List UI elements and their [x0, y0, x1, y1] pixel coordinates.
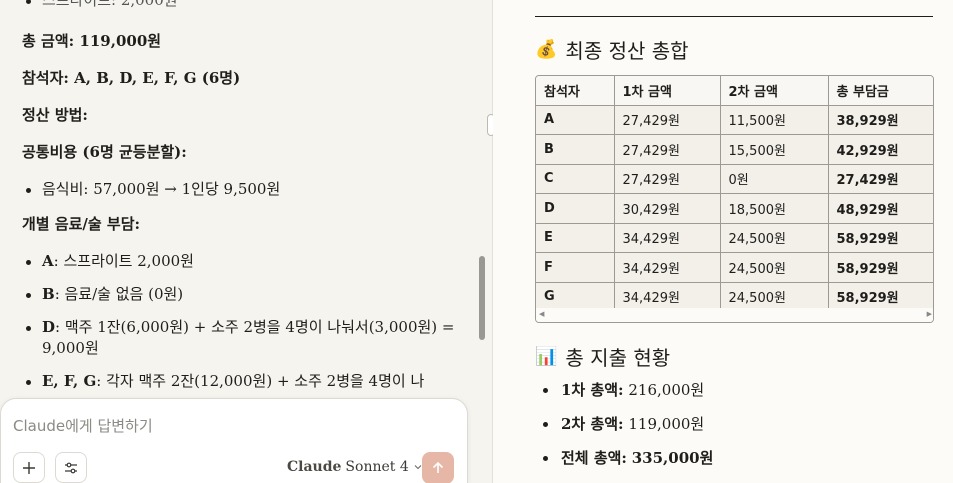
arrow-up-icon	[432, 461, 444, 473]
table-row: D 30,429원 18,500원 48,929원	[536, 193, 933, 224]
scroll-left-icon[interactable]: ◀	[539, 310, 544, 318]
list-item: A: 스프라이트 2,000원	[22, 251, 462, 272]
list-item: 스프라이트: 2,000원	[22, 0, 462, 11]
list-item: B: 음료/술 없음 (0원)	[22, 284, 462, 305]
column-header: 2차 금액	[720, 76, 829, 106]
message-composer: Claude에게 답변하기 Claude Sonnet 4	[0, 398, 468, 483]
column-header: 참석자	[536, 76, 615, 106]
chat-scrollbar[interactable]	[479, 256, 485, 340]
table: 참석자 1차 금액 2차 금액 총 부담금 A 27,429원 11,500원 …	[536, 76, 933, 312]
scroll-right-icon[interactable]: ▶	[927, 310, 932, 318]
table-row: B 27,429원 15,500원 42,929원	[536, 134, 933, 165]
section-heading: 💰 최종 정산 총합	[535, 39, 689, 63]
method-heading: 정산 방법:	[22, 106, 88, 124]
list-item: 음식비: 57,000원 → 1인당 9,500원	[22, 179, 462, 200]
list-item: D: 맥주 1잔(6,000원) + 소주 2병을 4명이 나눠서(3,000원…	[22, 317, 462, 359]
tools-button[interactable]	[55, 452, 87, 483]
individual-list: A: 스프라이트 2,000원 B: 음료/술 없음 (0원) D: 맥주 1잔…	[22, 251, 462, 392]
list-item: 1차 총액: 216,000원	[535, 378, 713, 412]
plus-icon	[23, 461, 35, 474]
common-cost-list: 음식비: 57,000원 → 1인당 9,500원	[22, 179, 462, 200]
column-header: 1차 금액	[614, 76, 721, 106]
divider	[535, 16, 933, 17]
table-header-row: 참석자 1차 금액 2차 금액 총 부담금	[536, 76, 933, 106]
summary-list: 1차 총액: 216,000원 2차 총액: 119,000원 전체 총액: 3…	[535, 378, 713, 480]
table-row: E 34,429원 24,500원 58,929원	[536, 223, 933, 253]
table-row: A 27,429원 11,500원 38,929원	[536, 105, 933, 135]
artifact-pane: 💰 최종 정산 총합 참석자 1차 금액 2차 금액 총 부담금 A 27,42…	[493, 0, 953, 483]
model-selector[interactable]: Claude Sonnet 4	[287, 459, 423, 475]
send-button[interactable]	[422, 452, 454, 483]
sliders-icon	[65, 462, 77, 473]
chat-pane: 스프라이트: 2,000원 총 금액: 119,000원 참석자: A, B, …	[0, 0, 492, 483]
settlement-table: 참석자 1차 금액 2차 금액 총 부담금 A 27,429원 11,500원 …	[535, 75, 934, 323]
total-amount-line: 총 금액: 119,000원	[22, 32, 162, 50]
section-heading: 📊 총 지출 현황	[535, 346, 671, 370]
table-row: F 34,429원 24,500원 58,929원	[536, 252, 933, 283]
table-row: C 27,429원 0원 27,429원	[536, 164, 933, 194]
participants-line: 참석자: A, B, D, E, F, G (6명)	[22, 69, 241, 87]
reply-input[interactable]: Claude에게 답변하기	[13, 415, 153, 436]
list-item: E, F, G: 각자 맥주 2잔(12,000원) + 소주 2병을 4명이 …	[22, 371, 462, 392]
table-horizontal-scrollbar[interactable]: ◀ ▶	[536, 308, 933, 322]
add-attachment-button[interactable]	[13, 452, 45, 483]
bar-chart-icon: 📊	[535, 346, 558, 367]
column-header: 총 부담금	[828, 76, 933, 106]
chat-message: 스프라이트: 2,000원 총 금액: 119,000원 참석자: A, B, …	[22, 0, 462, 406]
money-bag-icon: 💰	[535, 39, 558, 60]
list-item: 전체 총액: 335,000원	[535, 446, 713, 480]
common-cost-heading: 공통비용 (6명 균등분할):	[22, 143, 187, 161]
individual-heading: 개별 음료/술 부담:	[22, 215, 141, 233]
list-item: 2차 총액: 119,000원	[535, 412, 713, 446]
